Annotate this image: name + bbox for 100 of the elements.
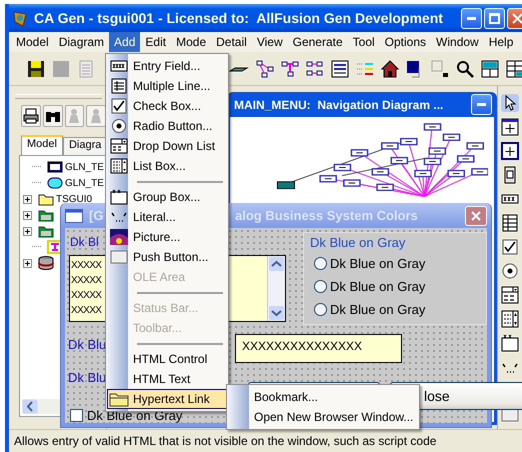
menu[interactable]: Window bbox=[431, 32, 484, 52]
menu[interactable]: Add bbox=[109, 32, 140, 52]
window-title: MAIN_MENU: Navigation Diagram ... bbox=[234, 98, 444, 112]
menu-item[interactable]: Check Box... bbox=[107, 96, 227, 116]
radio-icon[interactable] bbox=[501, 262, 519, 280]
expand-icon[interactable] bbox=[23, 210, 32, 220]
menu-item[interactable]: Push Button... bbox=[107, 247, 227, 267]
plus-icon bbox=[25, 228, 30, 234]
square-outline-icon[interactable] bbox=[431, 60, 449, 78]
dialog-title: alog Business System Colors bbox=[235, 208, 418, 223]
menu-item[interactable]: HTML Text bbox=[107, 369, 227, 389]
menu-item[interactable]: Picture... bbox=[107, 227, 227, 247]
radio-button[interactable] bbox=[314, 257, 327, 270]
group-box-icon bbox=[110, 189, 128, 205]
list-grid-icon bbox=[110, 78, 128, 94]
menu[interactable]: Detail bbox=[211, 32, 252, 52]
window-plus-icon[interactable] bbox=[501, 118, 519, 136]
menu[interactable]: View bbox=[252, 32, 288, 52]
group-box-icon[interactable] bbox=[501, 334, 519, 352]
close-icon bbox=[471, 210, 481, 220]
close-icon bbox=[512, 12, 522, 24]
grid-window-icon[interactable] bbox=[506, 60, 522, 78]
maximize-button[interactable] bbox=[484, 8, 505, 28]
menu[interactable]: Options bbox=[380, 32, 432, 52]
menu-item[interactable]: Multiple Line... bbox=[107, 76, 227, 96]
checkbox-icon[interactable] bbox=[501, 238, 519, 256]
dialog-title: [G bbox=[89, 208, 104, 223]
minimize-icon bbox=[477, 103, 486, 106]
menu[interactable]: Edit bbox=[140, 32, 172, 52]
pointer-icon[interactable] bbox=[501, 94, 519, 112]
listbox-icon bbox=[110, 158, 128, 174]
tab[interactable]: Model bbox=[21, 135, 63, 155]
menu-item[interactable]: HTML Control bbox=[107, 349, 227, 369]
save-icon[interactable] bbox=[27, 60, 45, 78]
window-icon bbox=[47, 161, 63, 173]
radio-button[interactable] bbox=[314, 280, 327, 293]
folder-icon bbox=[109, 391, 129, 407]
menu[interactable]: Model bbox=[11, 32, 54, 52]
picture-icon bbox=[110, 229, 128, 245]
menu-item[interactable]: Group Box... bbox=[107, 187, 227, 207]
print-button[interactable] bbox=[21, 105, 41, 127]
window-title: CA Gen - tsgui001 - Licensed to: AllFusion Gen Development bbox=[34, 10, 443, 26]
list-item: XXXXX bbox=[71, 304, 102, 318]
window-icon bbox=[65, 208, 83, 222]
radio-label: Dk Blue on Gray bbox=[330, 256, 426, 271]
dropdown-icon bbox=[110, 138, 128, 154]
search-icon[interactable] bbox=[456, 60, 474, 78]
minimize-button[interactable] bbox=[471, 94, 492, 115]
folder-icon bbox=[38, 208, 54, 222]
listbox-icon[interactable] bbox=[501, 310, 519, 328]
radio-label: Dk Blue on Gray bbox=[330, 302, 426, 317]
node-tree-icon[interactable] bbox=[281, 60, 299, 78]
expand-icon[interactable] bbox=[23, 226, 32, 236]
menu[interactable]: Generate bbox=[288, 32, 348, 52]
close-button[interactable] bbox=[465, 206, 487, 226]
list-item: XXXXX bbox=[71, 259, 102, 273]
menu-item[interactable]: List Box... bbox=[107, 156, 227, 176]
group-box-label: Dk Blue on Gray bbox=[310, 235, 406, 250]
entry-field[interactable]: XXXXXXXXXXXXXXX bbox=[235, 334, 402, 363]
tree-item[interactable]: TSGUI0 bbox=[56, 194, 92, 204]
entry-field-icon bbox=[110, 58, 128, 74]
scroll-down-icon bbox=[268, 305, 285, 321]
literal-text: Dk Bl bbox=[70, 235, 99, 249]
house-icon[interactable] bbox=[381, 60, 399, 78]
minimize-button[interactable] bbox=[461, 8, 482, 28]
close-button[interactable] bbox=[507, 8, 522, 28]
checkbox[interactable] bbox=[70, 409, 83, 422]
dropdown-icon[interactable] bbox=[501, 286, 519, 304]
menu[interactable]: Diagram bbox=[54, 32, 110, 52]
app-logo-icon bbox=[11, 9, 29, 27]
printer-icon bbox=[22, 108, 39, 124]
list-item: XXXXX bbox=[71, 289, 102, 303]
menu-item[interactable]: Hypertext Link bbox=[107, 389, 227, 409]
expand-icon[interactable] bbox=[23, 194, 32, 204]
menu[interactable]: Help bbox=[484, 32, 518, 52]
list-item: XXXXX bbox=[71, 274, 102, 288]
menu-item[interactable]: Open New Browser Window... bbox=[228, 407, 418, 427]
folder-icon bbox=[38, 192, 54, 206]
radio-label: Dk Blue on Gray bbox=[330, 279, 426, 294]
menu[interactable]: Mode bbox=[171, 32, 212, 52]
grid-window-icon[interactable] bbox=[481, 60, 499, 78]
menu-item[interactable]: Drop Down List bbox=[107, 136, 227, 156]
find-button[interactable] bbox=[42, 105, 62, 127]
menu-item[interactable]: Literal... bbox=[107, 207, 227, 227]
node-tree-icon[interactable] bbox=[256, 60, 274, 78]
window-plus-icon[interactable] bbox=[501, 142, 519, 160]
menu-item[interactable]: Radio Button... bbox=[107, 116, 227, 136]
radio-button[interactable] bbox=[314, 303, 327, 316]
tree-item[interactable]: GLN_TE bbox=[65, 162, 104, 172]
node-grid-icon[interactable] bbox=[306, 60, 324, 78]
tree-item[interactable]: GLN_TE bbox=[65, 178, 104, 188]
list-grid-icon[interactable] bbox=[501, 214, 519, 232]
tab[interactable]: Diagra bbox=[62, 137, 108, 155]
menu[interactable]: Tool bbox=[348, 32, 380, 52]
scroll-left-icon bbox=[22, 399, 38, 414]
checkbox-icon bbox=[110, 98, 128, 114]
toolbar-button[interactable] bbox=[86, 105, 106, 127]
form-icon[interactable] bbox=[331, 60, 349, 78]
menu-item[interactable]: Entry Field... bbox=[107, 56, 227, 76]
expand-icon[interactable] bbox=[23, 258, 32, 268]
